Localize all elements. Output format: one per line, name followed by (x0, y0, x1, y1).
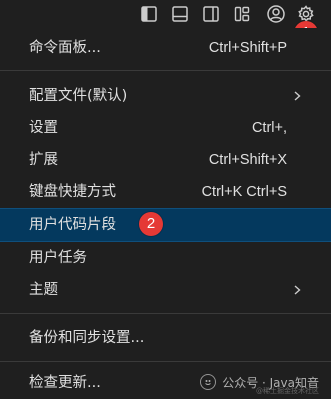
menu-item-user-snippets[interactable]: 用户代码片段 (0, 208, 331, 242)
menu-separator (0, 70, 331, 71)
menu-item-label: 主题 (29, 282, 58, 298)
wechat-icon (200, 374, 217, 390)
menu-item-keyboard-shortcuts[interactable]: 键盘快捷方式 Ctrl+K Ctrl+S (0, 176, 331, 208)
toggle-primary-sidebar-icon (141, 6, 157, 22)
menu-item-extensions[interactable]: 扩展 Ctrl+Shift+X (0, 144, 331, 176)
menu-item-label: 检查更新... (29, 375, 101, 391)
account-icon (267, 5, 285, 23)
toggle-primary-sidebar-button[interactable] (139, 4, 159, 24)
menu-item-label: 用户任务 (29, 250, 87, 266)
menu-item-label: 命令面板... (29, 40, 101, 56)
menu-separator (0, 313, 331, 314)
title-bar-toolbar (0, 0, 331, 28)
accounts-button[interactable] (266, 4, 286, 24)
menu-item-label: 扩展 (29, 152, 58, 168)
menu-item-user-tasks[interactable]: 用户任务 (0, 242, 331, 274)
toggle-secondary-sidebar-button[interactable] (201, 4, 221, 24)
menu-item-label: 备份和同步设置... (29, 330, 145, 346)
customize-layout-icon (234, 6, 250, 22)
menu-item-settings[interactable]: 设置 Ctrl+, (0, 112, 331, 144)
customize-layout-button[interactable] (232, 4, 252, 24)
menu-item-themes[interactable]: 主题 (0, 274, 331, 306)
watermark-subtext: @稀土掘金技术社区 (256, 387, 319, 395)
menu-item-label: 键盘快捷方式 (29, 184, 116, 200)
menu-item-label: 用户代码片段 (29, 217, 116, 233)
toggle-panel-icon (172, 6, 188, 22)
menu-item-command-palette[interactable]: 命令面板... Ctrl+Shift+P (0, 32, 331, 64)
menu-separator (0, 361, 331, 362)
toggle-panel-button[interactable] (170, 4, 190, 24)
menu-item-label: 设置 (29, 120, 58, 136)
menu-item-shortcut: Ctrl+Shift+X (208, 152, 287, 168)
menu-item-backup-sync[interactable]: 备份和同步设置... (0, 322, 331, 354)
menu-item-profiles[interactable]: 配置文件(默认) (0, 80, 331, 112)
vscode-manage-menu-screen: 1 命令面板... Ctrl+Shift+P 配置文件(默认) 设置 Ctrl+… (0, 0, 331, 399)
menu-item-shortcut: Ctrl+, (251, 120, 287, 136)
step-badge-2: 2 (139, 212, 163, 236)
menu-item-shortcut: Ctrl+K Ctrl+S (201, 184, 287, 200)
watermark: 公众号 · Java知音 @稀土掘金技术社区 (200, 372, 319, 395)
chevron-right-icon (294, 91, 301, 101)
chevron-right-icon (294, 285, 301, 295)
menu-item-shortcut: Ctrl+Shift+P (208, 40, 287, 56)
manage-menu: 命令面板... Ctrl+Shift+P 配置文件(默认) 设置 Ctrl+, … (0, 28, 331, 399)
toggle-secondary-sidebar-icon (203, 6, 219, 22)
menu-item-label: 配置文件(默认) (29, 88, 128, 104)
